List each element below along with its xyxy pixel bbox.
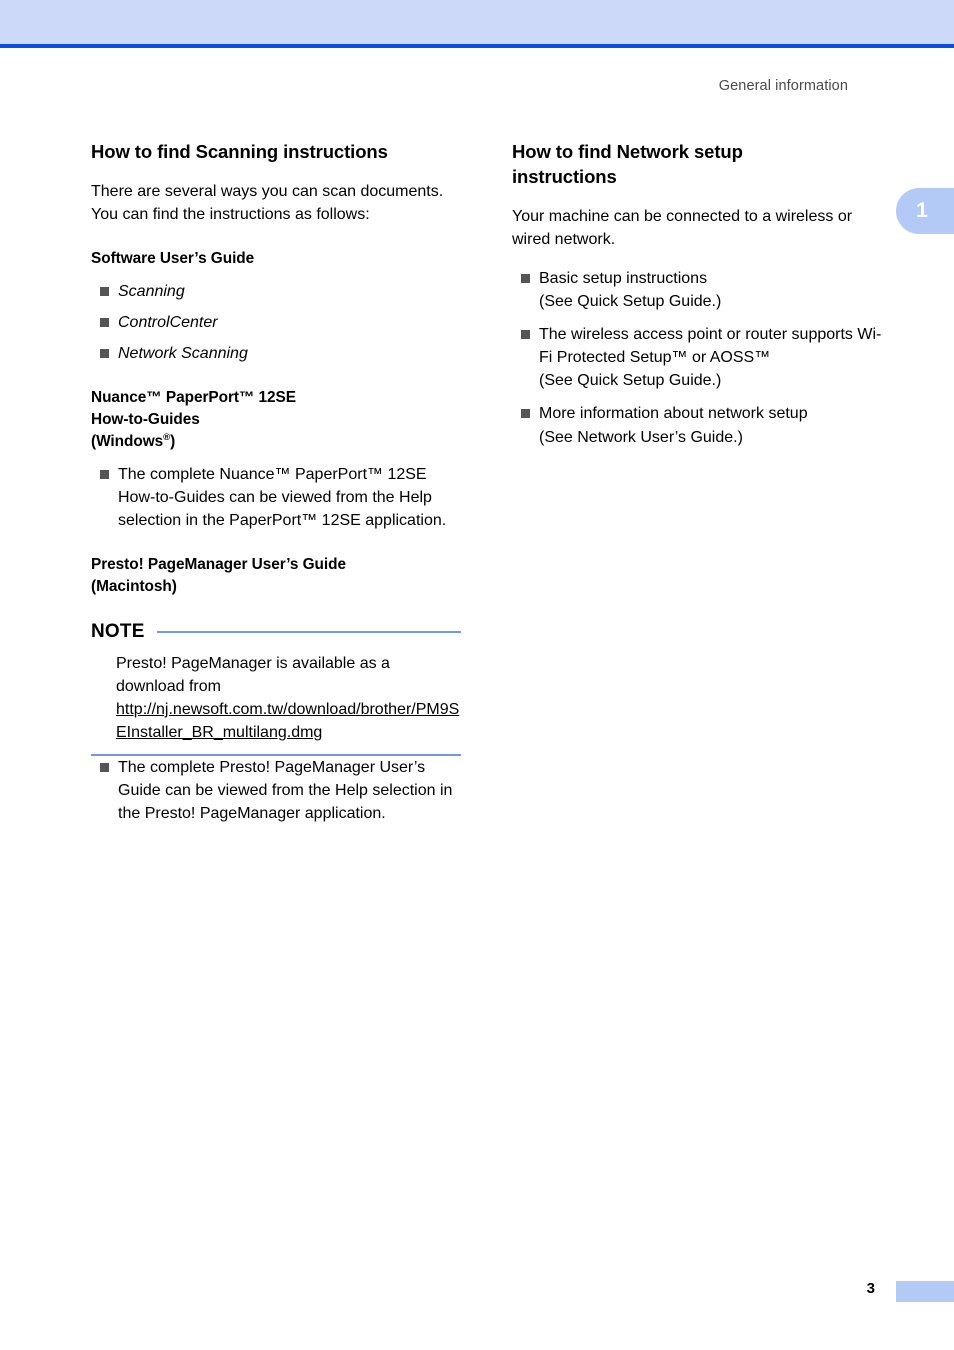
note-header: NOTE [91,621,461,643]
list-item: More information about network setup (Se… [512,402,884,448]
running-head: General information [718,78,848,94]
paperport-heading-line2: How-to-Guides [91,411,200,429]
network-setup-title: How to find Network setup instructions [512,140,884,190]
list-item: Network Scanning [91,342,463,365]
pagemanager-heading-line1: Presto! PageManager User’s Guide [91,555,346,573]
note-header-rule [156,630,461,633]
list-item: The complete Presto! PageManager User’s … [91,756,463,825]
note-body: Presto! PageManager is available as a do… [91,643,461,755]
list-item: The wireless access point or router supp… [512,323,884,392]
paperport-list: The complete Nuance™ PaperPort™ 12SE How… [91,463,463,532]
list-item: ControlCenter [91,311,463,334]
note-block: NOTE Presto! PageManager is available as… [91,621,461,757]
pagemanager-heading-line2: (Macintosh) [91,578,177,596]
network-setup-title-line2: instructions [512,165,617,187]
note-label: NOTE [91,620,145,642]
pagemanager-list: The complete Presto! PageManager User’s … [91,756,463,825]
chapter-tab-number: 1 [916,199,928,222]
note-url-link[interactable]: http://nj.newsoft.com.tw/download/brothe… [116,698,461,744]
note-text: Presto! PageManager is available as a do… [116,654,390,695]
network-intro-paragraph: Your machine can be connected to a wirel… [512,207,853,249]
pagemanager-heading: Presto! PageManager User’s Guide (Macint… [91,554,463,599]
right-column: How to find Network setup instructions Y… [512,140,884,449]
page-title: How to find Scanning instructions [91,141,388,162]
chapter-tab: 1 [896,188,954,234]
header-rule [0,44,954,48]
list-item: Scanning [91,280,463,303]
list-item: The complete Nuance™ PaperPort™ 12SE How… [91,463,463,532]
network-setup-list: Basic setup instructions (See Quick Setu… [512,267,884,448]
paperport-heading: Nuance™ PaperPort™ 12SE How-to-Guides (W… [91,387,463,454]
list-item: Basic setup instructions (See Quick Setu… [512,267,884,313]
footer-bar [896,1281,954,1302]
network-setup-title-line1: How to find Network setup [512,141,743,162]
paperport-heading-line1: Nuance™ PaperPort™ 12SE [91,388,296,406]
page-number: 3 [866,1280,875,1297]
software-guide-list: Scanning ControlCenter Network Scanning [91,280,463,365]
header-band [0,0,954,44]
software-users-guide-heading: Software User’s Guide [91,250,255,268]
scanning-intro-paragraph: There are several ways you can scan docu… [91,182,444,224]
paperport-heading-line3: (Windows®) [91,432,176,451]
left-column: How to find Scanning instructions There … [91,140,463,825]
